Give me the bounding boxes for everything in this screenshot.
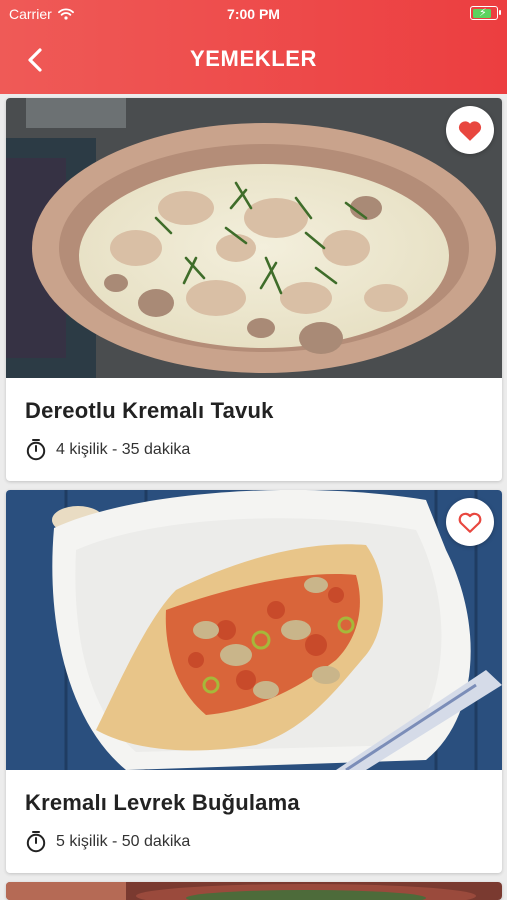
recipe-image (6, 882, 502, 900)
status-bar: Carrier 7:00 PM ⚡ (0, 0, 507, 26)
stopwatch-icon (26, 439, 46, 461)
recipe-card[interactable]: Dereotlu Kremalı Tavuk 4 kişilik - 35 da… (6, 98, 502, 481)
recipe-image (6, 490, 502, 770)
recipe-image (6, 98, 502, 378)
recipe-card[interactable] (6, 882, 502, 900)
status-time: 7:00 PM (227, 6, 280, 22)
battery-icon: ⚡ (470, 6, 501, 20)
favorite-button[interactable] (446, 106, 494, 154)
recipe-card[interactable]: Kremalı Levrek Buğulama 5 kişilik - 50 d… (6, 490, 502, 873)
page-title: YEMEKLER (189, 46, 318, 71)
heart-outline-icon (458, 512, 482, 533)
recipe-meta-text: 4 kişilik - 35 dakika (56, 440, 191, 458)
recipe-title: Dereotlu Kremalı Tavuk (25, 398, 274, 423)
recipe-meta-text: 5 kişilik - 50 dakika (56, 832, 191, 850)
recipe-meta: 4 kişilik - 35 dakika (25, 438, 190, 461)
recipe-meta: 5 kişilik - 50 dakika (25, 830, 190, 853)
heart-icon (458, 121, 482, 141)
recipe-title: Kremalı Levrek Buğulama (25, 790, 300, 815)
charging-icon: ⚡ (479, 7, 487, 19)
favorite-button[interactable] (446, 498, 494, 546)
stopwatch-icon (26, 831, 46, 853)
nav-header: Carrier 7:00 PM ⚡ YEMEKLER (0, 0, 507, 94)
